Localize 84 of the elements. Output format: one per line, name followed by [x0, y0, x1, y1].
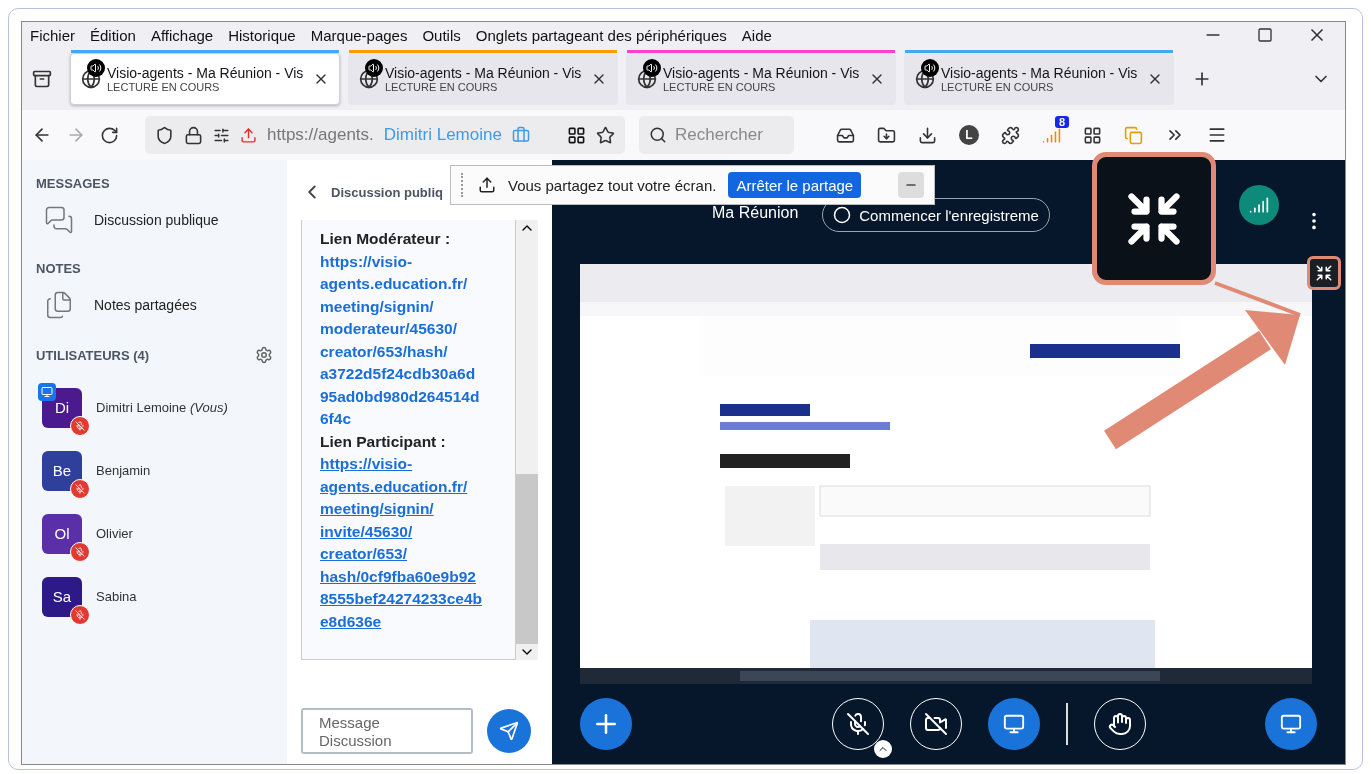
tab-title: Visio-agents - Ma Réunion - Vis: [107, 65, 305, 81]
notes-icon: [44, 290, 74, 320]
user-row[interactable]: Sa Sabina: [36, 565, 273, 628]
puzzle-icon[interactable]: [1001, 125, 1020, 145]
scrollbar-thumb[interactable]: [516, 474, 538, 644]
exit-fullscreen-icon: [1315, 264, 1333, 282]
mic-off-icon: [845, 712, 870, 736]
star-icon[interactable]: [596, 125, 615, 145]
presentation-button[interactable]: [1265, 698, 1317, 750]
browser-tab[interactable]: Visio-agents - Ma Réunion - Vis LECTURE EN COURS: [904, 53, 1174, 105]
menu-item[interactable]: Historique: [228, 26, 296, 44]
address-bar[interactable]: https://agents. Dimitri Lemoine: [145, 116, 625, 154]
browser-tab[interactable]: Visio-agents - Ma Réunion - Vis LECTURE EN COURS: [348, 53, 618, 105]
settings-icon[interactable]: [255, 346, 273, 364]
lock-icon[interactable]: [184, 125, 203, 145]
send-button[interactable]: [487, 709, 531, 753]
reload-icon[interactable]: [100, 125, 119, 145]
share-message: Vous partagez tout votre écran.: [508, 176, 717, 194]
connection-icon[interactable]: [1239, 185, 1279, 225]
stop-sharing-button[interactable]: Arrêter le partage: [728, 172, 862, 198]
menu-icon[interactable]: [1207, 125, 1227, 145]
speaker-icon: [365, 59, 383, 77]
meeting-title: Ma Réunion: [712, 204, 799, 222]
message-input[interactable]: Message Discussion: [301, 708, 473, 754]
download-icon[interactable]: [918, 125, 937, 145]
menu-item[interactable]: Fichier: [30, 26, 75, 44]
chat-title: Discussion publiq: [331, 184, 443, 200]
tab-title: Visio-agents - Ma Réunion - Vis: [941, 65, 1139, 81]
menu-item[interactable]: Édition: [90, 26, 136, 44]
browser-tab[interactable]: Visio-agents - Ma Réunion - Vis LECTURE EN COURS: [70, 53, 340, 105]
screen-share-button[interactable]: [987, 698, 1040, 750]
container-label: Dimitri Lemoine: [383, 125, 502, 145]
tab-status: LECTURE EN COURS: [941, 81, 1055, 93]
section-heading: MESSAGES: [36, 176, 110, 191]
tab-status: LECTURE EN COURS: [385, 81, 499, 93]
speaker-icon: [921, 59, 939, 77]
menu-item[interactable]: Onglets partageant des périphériques: [475, 26, 727, 44]
share-icon: [478, 176, 496, 194]
monitor-icon: [1002, 713, 1025, 735]
grid-icon[interactable]: [567, 125, 586, 145]
menu-item[interactable]: Affichage: [150, 26, 214, 44]
monitor-icon: [1280, 713, 1302, 735]
chat-icon: [44, 205, 74, 235]
profile-icon[interactable]: L: [959, 125, 979, 145]
section-heading: NOTES: [36, 261, 81, 276]
notification-badge: 8: [1054, 115, 1069, 128]
message-label: Lien Modérateur :: [320, 229, 452, 249]
tab-status: LECTURE EN COURS: [663, 81, 777, 93]
tab-status: LECTURE EN COURS: [107, 81, 221, 93]
inbox-icon[interactable]: [836, 125, 855, 145]
url-text: https://agents.: [267, 125, 374, 145]
message-link[interactable]: https://visio- agents.education.fr/ meeting/signin/ invite/45630/ creator/653/ hash/0cf9fba60e9b92 8555bef24274233ce4b e8d636e: [320, 453, 505, 633]
briefcase-icon: [511, 126, 530, 144]
user-row[interactable]: Di Dimitri Lemoine (Vous): [36, 376, 273, 439]
section-heading: UTILISATEURS (4): [36, 347, 150, 363]
sidebar-item[interactable]: Discussion publique: [36, 191, 273, 261]
menu-item[interactable]: Outils: [422, 26, 461, 44]
folder-icon[interactable]: [877, 125, 896, 145]
caret-icon[interactable]: [873, 740, 892, 758]
tab-title: Visio-agents - Ma Réunion - Vis: [385, 65, 583, 81]
menu-item[interactable]: Marque-pages: [310, 26, 408, 44]
hand-icon: [1107, 712, 1132, 736]
user-row[interactable]: Be Benjamin: [36, 439, 273, 502]
message-link[interactable]: https://visio- agents.education.fr/ meeting/signin/ moderateur/45630/ creator/653/hash/ a3722d5f24cdb30a6d 95ad0bd980d264514d 6f4c: [320, 250, 505, 431]
camera-off-icon: [923, 712, 948, 736]
maximize-icon[interactable]: [1257, 27, 1273, 43]
user-row[interactable]: Ol Olivier: [36, 502, 273, 565]
menu-item[interactable]: Aide: [741, 26, 772, 44]
actions-button[interactable]: [580, 698, 632, 750]
speaker-icon: [643, 59, 661, 77]
search-placeholder: Rechercher: [675, 125, 763, 145]
browser-tab[interactable]: Visio-agents - Ma Réunion - Vis LECTURE EN COURS: [626, 53, 896, 105]
sidebar-item[interactable]: Notes partagées: [36, 276, 273, 346]
exit-fullscreen-button[interactable]: [1307, 256, 1341, 290]
shield-icon[interactable]: [155, 125, 174, 145]
message-label: Lien Participant :: [320, 431, 447, 452]
hide-button[interactable]: [898, 172, 924, 198]
record-icon: [833, 206, 852, 224]
tray-icon[interactable]: [32, 69, 52, 89]
send-icon: [499, 721, 519, 741]
search-icon: [649, 126, 667, 144]
share-icon[interactable]: [240, 126, 257, 144]
tab-title: Visio-agents - Ma Réunion - Vis: [663, 65, 861, 81]
speaker-icon: [87, 59, 105, 77]
